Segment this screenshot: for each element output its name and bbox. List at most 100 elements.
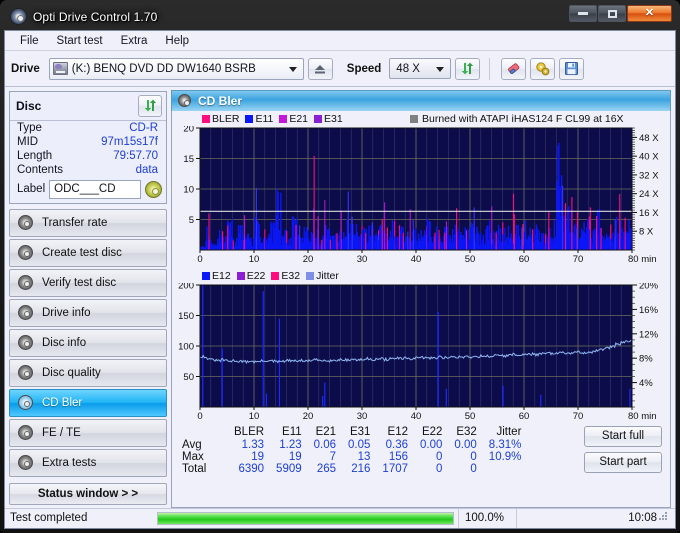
sidebar-item-disc-info[interactable]: Disc info bbox=[9, 328, 167, 357]
cell-max-e12: 156 bbox=[388, 450, 409, 463]
disc-value-type: CD-R bbox=[129, 121, 158, 134]
table-header-row: BLER E11 E21 E31 E12 E22 E32 Jitter bbox=[178, 426, 527, 439]
cell-max-bler: 19 bbox=[251, 450, 265, 463]
svg-text:16%: 16% bbox=[639, 304, 659, 315]
legend-swatch-e32 bbox=[271, 272, 280, 281]
minimize-button[interactable] bbox=[569, 5, 597, 22]
menu-start-test[interactable]: Start test bbox=[48, 33, 112, 49]
cell-max-e11: 19 bbox=[288, 450, 302, 463]
legend-bler: BLER bbox=[202, 113, 239, 125]
legend-swatch-jitter bbox=[306, 272, 315, 281]
maximize-button[interactable] bbox=[598, 5, 626, 22]
cell-max-e31: 13 bbox=[357, 450, 371, 463]
legend-label-e31: E31 bbox=[324, 113, 343, 126]
application-window: Opti Drive Control 1.70 ✕ File Start tes… bbox=[0, 0, 680, 533]
progress-cell bbox=[153, 511, 458, 525]
legend-label-e21: E21 bbox=[289, 113, 309, 126]
disc-value-length: 79:57.70 bbox=[113, 149, 158, 162]
burn-annotation-text: Burned with ATAPI iHAS124 F CL99 at 16X bbox=[422, 113, 624, 126]
svg-text:10: 10 bbox=[249, 411, 260, 422]
cell-avg-e21: 0.06 bbox=[313, 438, 337, 451]
disc-value-mid: 97m15s17f bbox=[101, 135, 158, 148]
disc-label-input[interactable]: ODC___CD bbox=[49, 179, 141, 199]
start-part-button[interactable]: Start part bbox=[584, 451, 662, 473]
legend-label-jitter: Jitter bbox=[316, 270, 339, 283]
sidebar-item-disc-quality[interactable]: Disc quality bbox=[9, 358, 167, 387]
top-chart-legend: BLER E11 E21 E31 Burned with ATAPI iHAS1… bbox=[174, 113, 668, 126]
menu-bar: File Start test Extra Help bbox=[5, 31, 675, 52]
disc-panel: Disc Type CD-R MID 97m15s17f Length 79:5… bbox=[9, 90, 167, 204]
svg-text:0: 0 bbox=[197, 411, 202, 422]
sidebar-item-fe-te[interactable]: FE / TE bbox=[9, 418, 167, 447]
legend-label-e22: E22 bbox=[246, 270, 266, 283]
eject-button[interactable] bbox=[307, 57, 333, 80]
menu-help[interactable]: Help bbox=[156, 33, 198, 49]
svg-text:200: 200 bbox=[178, 283, 194, 292]
sidebar-label: Create test disc bbox=[42, 246, 122, 259]
table-row-avg: Avg 1.33 1.23 0.06 0.05 0.36 0.00 0.00 8… bbox=[178, 439, 527, 451]
col-e32: E32 bbox=[456, 425, 477, 438]
settings-button[interactable] bbox=[530, 57, 556, 80]
progress-bar-fill bbox=[158, 512, 453, 524]
title-bar: Opti Drive Control 1.70 ✕ bbox=[4, 3, 676, 30]
legend-swatch-burn bbox=[410, 115, 418, 124]
svg-text:70: 70 bbox=[573, 254, 584, 265]
top-chart[interactable]: 8 X 16 X 24 X 32 X 40 X 48 X 5 10 15 20 0 10 20 30 40 5… bbox=[174, 126, 668, 266]
sidebar-item-drive-info[interactable]: Drive info bbox=[9, 298, 167, 327]
sidebar-item-create-test-disc[interactable]: Create test disc bbox=[9, 238, 167, 267]
speed-label: Speed bbox=[346, 62, 382, 75]
legend-swatch-e21 bbox=[279, 115, 288, 124]
cell-total-bler: 6390 bbox=[238, 462, 265, 475]
sidebar-item-extra-tests[interactable]: Extra tests bbox=[9, 448, 167, 477]
sidebar-item-verify-test-disc[interactable]: Verify test disc bbox=[9, 268, 167, 297]
erase-button[interactable] bbox=[501, 57, 527, 80]
disc-create-icon bbox=[18, 245, 33, 261]
svg-text:80 min: 80 min bbox=[628, 411, 657, 422]
svg-text:70: 70 bbox=[573, 411, 584, 422]
disc-row-length: Length 79:57.70 bbox=[10, 149, 166, 163]
refresh-button[interactable] bbox=[455, 57, 481, 80]
drive-info-icon bbox=[18, 305, 33, 321]
drive-label: Drive bbox=[11, 62, 40, 75]
client-area: File Start test Extra Help Drive (K:) BE… bbox=[4, 30, 676, 529]
bottom-chart[interactable]: 4% 8% 12% 16% 20% 50 100 150 200 0 10 20 30 40 50 60 70 8… bbox=[174, 283, 668, 423]
close-button[interactable]: ✕ bbox=[627, 5, 672, 22]
svg-text:60: 60 bbox=[519, 254, 530, 265]
status-window-button[interactable]: Status window > > bbox=[9, 482, 167, 505]
start-full-button[interactable]: Start full bbox=[584, 425, 662, 447]
sidebar-label: Verify test disc bbox=[42, 276, 117, 289]
panel-title: CD Bler bbox=[198, 93, 243, 108]
body: Disc Type CD-R MID 97m15s17f Length 79:5… bbox=[5, 87, 675, 508]
disc-panel-title: Disc bbox=[16, 98, 42, 113]
svg-text:20: 20 bbox=[303, 411, 314, 422]
svg-text:80 min: 80 min bbox=[628, 254, 657, 265]
svg-text:50: 50 bbox=[465, 411, 476, 422]
disc-label-key: Label bbox=[17, 183, 46, 196]
svg-text:40 X: 40 X bbox=[639, 151, 659, 162]
action-buttons: Start full Start part bbox=[584, 425, 668, 475]
legend-swatch-e31 bbox=[314, 115, 323, 124]
disc-info-icon bbox=[18, 335, 33, 351]
save-button[interactable] bbox=[559, 57, 585, 80]
svg-text:50: 50 bbox=[183, 372, 194, 383]
cell-max-jitter: 10.9% bbox=[488, 450, 522, 463]
sidebar-item-transfer-rate[interactable]: Transfer rate bbox=[9, 208, 167, 237]
cell-avg-e22: 0.00 bbox=[420, 438, 443, 451]
sidebar-item-cd-bler[interactable]: CD Bler bbox=[9, 388, 167, 417]
svg-text:24 X: 24 X bbox=[639, 189, 659, 200]
content-area: CD Bler BLER E11 E21 E31 Burned with ATA… bbox=[170, 87, 675, 508]
speed-select[interactable]: 48 X bbox=[389, 58, 452, 79]
cell-total-e21: 265 bbox=[316, 462, 337, 475]
drive-select[interactable]: (K:) BENQ DVD DD DW1640 BSRB bbox=[48, 57, 304, 80]
disc-refresh-button[interactable] bbox=[138, 94, 162, 117]
bottom-chart-legend: E12 E22 E32 Jitter bbox=[174, 270, 668, 283]
menu-file[interactable]: File bbox=[11, 33, 48, 49]
col-jitter: Jitter bbox=[496, 425, 522, 438]
menu-extra[interactable]: Extra bbox=[112, 33, 157, 49]
legend-e11: E11 bbox=[245, 113, 273, 125]
sidebar: Disc Type CD-R MID 97m15s17f Length 79:5… bbox=[5, 87, 170, 508]
resize-grip-icon[interactable] bbox=[658, 511, 668, 521]
svg-text:15: 15 bbox=[183, 154, 194, 165]
legend-swatch-e12 bbox=[202, 272, 210, 281]
cd-disc-icon[interactable] bbox=[145, 180, 162, 198]
